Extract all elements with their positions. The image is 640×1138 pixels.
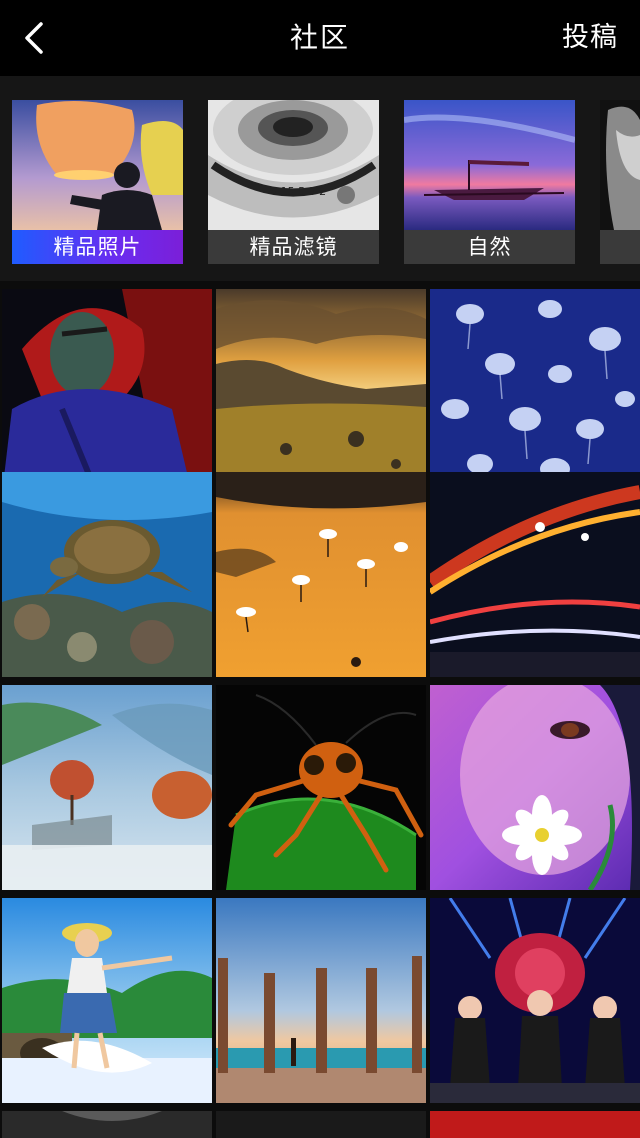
partial-photo [430, 1111, 640, 1138]
sky-lanterns-thumbnail [12, 100, 183, 230]
child-splash-river-photo [2, 898, 212, 1103]
photo-tile[interactable] [430, 472, 640, 677]
sea-turtle-photo [2, 472, 212, 677]
category-label: 精品照片 [12, 230, 183, 264]
top-bar: 社区 投稿 [0, 0, 640, 76]
photo-tile[interactable] [2, 898, 212, 1103]
jellyfish-photo [430, 289, 640, 494]
columns-beach-photo [216, 898, 426, 1103]
egrets-sunset-photo [216, 472, 426, 677]
portrait-man-hoodie-photo [2, 289, 212, 494]
photo-tile[interactable] [430, 685, 640, 890]
category-card-featured-filters[interactable]: ∞ 15 5 3 2 精品滤镜 [208, 100, 379, 264]
partial-photo [2, 1111, 212, 1138]
partial-photo [216, 1111, 426, 1138]
category-carousel[interactable]: 精品照片 ∞ 15 5 3 2 精品滤镜 自然 [0, 76, 640, 281]
photo-tile[interactable] [2, 472, 212, 677]
woman-flower-portrait-photo [430, 685, 640, 890]
category-label [600, 230, 640, 264]
photo-tile[interactable] [2, 685, 212, 890]
misty-village-photo [2, 685, 212, 890]
photo-tile[interactable] [216, 472, 426, 677]
camera-lens-thumbnail: ∞ 15 5 3 2 [208, 100, 379, 230]
ant-leaf-macro-photo [216, 685, 426, 890]
category-label: 自然 [404, 230, 575, 264]
boat-sunset-thumbnail [404, 100, 575, 230]
category-card-portrait[interactable] [600, 100, 640, 264]
photo-tile[interactable] [216, 289, 426, 494]
svg-text:∞ 15 5 3 2: ∞ 15 5 3 2 [268, 185, 326, 198]
photo-tile[interactable] [430, 898, 640, 1103]
photo-grid [0, 287, 640, 1138]
city-light-trails-photo [430, 472, 640, 677]
stage-performers-photo [430, 898, 640, 1103]
photo-tile[interactable] [216, 1111, 426, 1138]
photo-tile[interactable] [2, 289, 212, 494]
portrait-bw-thumbnail [600, 100, 640, 230]
photo-tile[interactable] [430, 1111, 640, 1138]
category-card-nature[interactable]: 自然 [404, 100, 575, 264]
photo-tile[interactable] [216, 685, 426, 890]
photo-tile[interactable] [430, 289, 640, 494]
post-button[interactable]: 投稿 [562, 20, 618, 56]
mountain-sunset-photo [216, 289, 426, 494]
category-card-featured-photos[interactable]: 精品照片 [12, 100, 183, 264]
photo-tile[interactable] [2, 1111, 212, 1138]
photo-tile[interactable] [216, 898, 426, 1103]
category-label: 精品滤镜 [208, 230, 379, 264]
page-title: 社区 [289, 21, 350, 54]
